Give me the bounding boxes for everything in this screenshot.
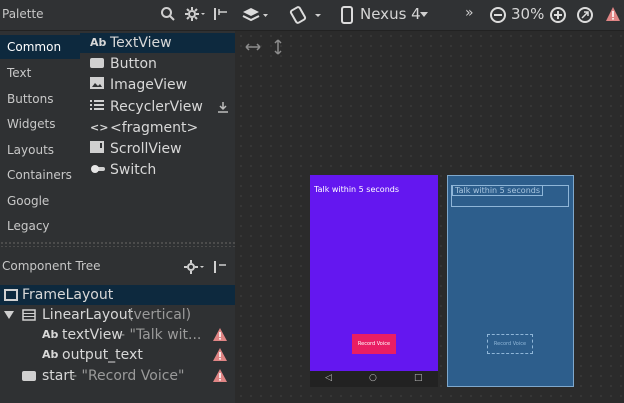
tree-row-textview[interactable]: Ab textView - "Talk wit... [0,325,235,345]
preview-textview[interactable]: Talk within 5 seconds [314,185,399,194]
zoom-level: 30% [511,5,545,23]
warning-icon[interactable] [605,6,621,22]
category-text[interactable]: Text [0,61,80,85]
warning-icon[interactable] [213,348,227,361]
list-icon [90,97,106,117]
framelayout-icon [4,289,18,301]
switch-icon [90,160,106,180]
ab-text-icon: Ab [90,36,107,49]
panel-divider[interactable] [0,241,235,247]
category-google[interactable]: Google [0,189,80,213]
preview-record-button[interactable]: Record Voice [352,334,396,354]
linearlayout-icon [22,309,36,321]
nav-home-icon: ○ [369,373,377,383]
gear-icon[interactable] [184,6,206,22]
ab-text-icon: Ab [42,328,59,341]
tree-row-linearlayout[interactable]: LinearLayout (vertical) [0,305,235,325]
preview-nav-bar: ◁ ○ □ [310,371,438,387]
widget-textview[interactable]: Ab TextView [80,33,235,53]
design-preview[interactable]: Talk within 5 seconds Record Voice [310,175,438,387]
button-icon [90,54,106,74]
zoom-fit-icon[interactable] [576,6,594,24]
blueprint-record-button[interactable]: Record Voice [487,334,533,354]
blueprint-preview[interactable]: Talk within 5 seconds Record Voice [447,175,574,387]
category-common[interactable]: Common [0,35,80,59]
category-legacy[interactable]: Legacy [0,214,80,238]
download-icon[interactable] [217,101,229,113]
nav-back-icon: ◁ [325,373,332,383]
palette-title: Palette [2,7,44,21]
device-icon[interactable] [340,6,354,24]
tree-gear-icon[interactable] [184,260,206,274]
component-tree-title: Component Tree [2,259,101,273]
category-buttons[interactable]: Buttons [0,87,80,111]
warning-icon[interactable] [213,369,227,382]
blueprint-textview[interactable]: Talk within 5 seconds [452,185,544,196]
chevron-down-icon[interactable] [420,12,428,18]
expand-arrow-icon[interactable] [4,311,14,319]
widget-imageview[interactable]: ImageView [90,75,187,95]
top-toolbar: Palette Nexus 4 » 30% [0,0,624,31]
tree-row-framelayout[interactable]: FrameLayout [0,285,235,305]
tree-row-start[interactable]: start - "Record Voice" [0,366,235,386]
widget-recyclerview[interactable]: RecyclerView [90,97,203,117]
category-layouts[interactable]: Layouts [0,138,80,162]
image-icon [90,75,106,95]
vertical-resize-icon[interactable] [273,39,283,55]
widget-fragment[interactable]: <> <fragment> [90,118,198,138]
widget-button[interactable]: Button [90,54,157,74]
layers-icon[interactable] [241,6,269,24]
zoom-in-icon[interactable] [549,6,567,24]
zoom-out-icon[interactable] [489,6,507,24]
hide-panel-icon[interactable] [213,6,229,22]
more-icon[interactable]: » [465,5,474,21]
widget-switch[interactable]: Switch [90,160,156,180]
palette-panel: Common Text Buttons Widgets Layouts Cont… [0,31,235,403]
tree-hide-icon[interactable] [213,260,227,274]
device-selector[interactable]: Nexus 4 [360,5,421,23]
scroll-icon [90,139,106,159]
nav-recent-icon: □ [414,373,423,383]
horizontal-resize-icon[interactable] [245,42,261,52]
warning-icon[interactable] [213,328,227,341]
search-icon[interactable] [160,6,176,22]
widget-scrollview[interactable]: ScrollView [90,139,182,159]
category-widgets[interactable]: Widgets [0,112,80,136]
orientation-icon[interactable] [289,6,323,24]
ab-text-icon: Ab [42,348,59,361]
tree-row-output-text[interactable]: Ab output_text [0,345,235,365]
button-icon [22,371,36,381]
code-icon: <> [90,121,109,134]
category-containers[interactable]: Containers [0,163,80,187]
